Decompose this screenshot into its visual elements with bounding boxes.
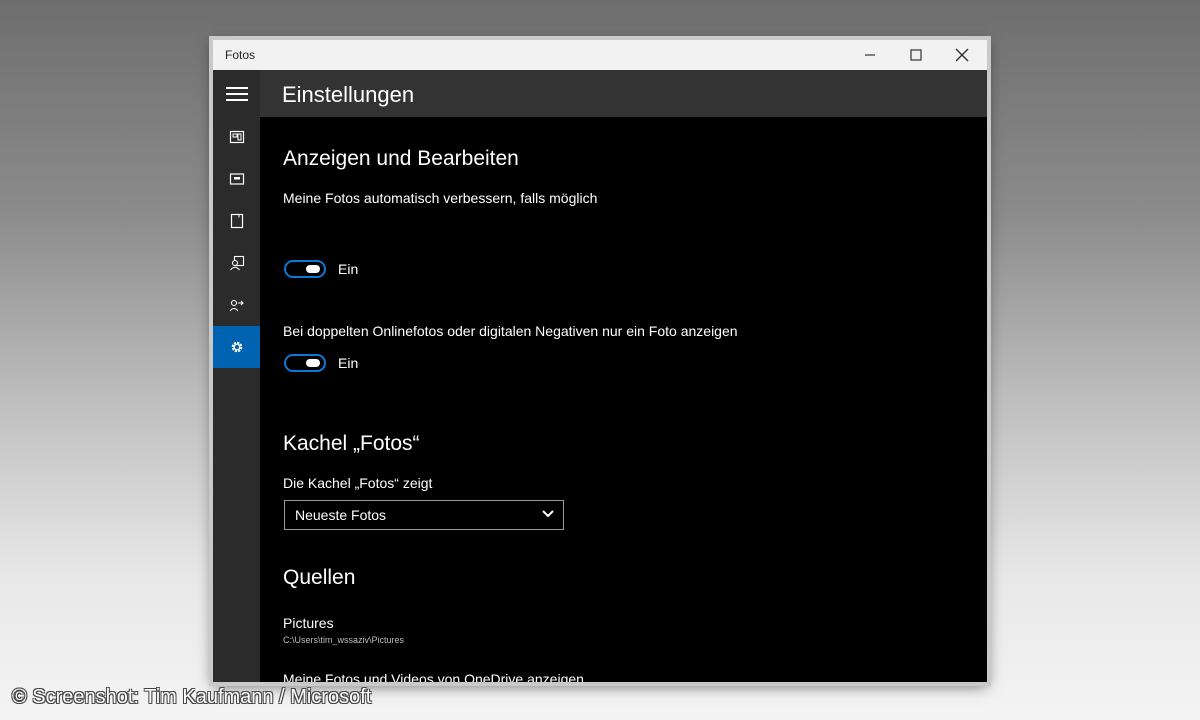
sidebar-item-share[interactable] bbox=[213, 284, 260, 326]
onedrive-label: Meine Fotos und Videos von OneDrive anze… bbox=[283, 671, 584, 682]
page-title: Einstellungen bbox=[282, 82, 415, 107]
maximize-icon bbox=[910, 49, 922, 61]
chevron-down-icon bbox=[542, 510, 554, 518]
collection-icon bbox=[229, 130, 244, 144]
minimize-icon bbox=[865, 54, 875, 56]
screenshot-credit: © Screenshot: Tim Kaufmann / Microsoft bbox=[12, 686, 372, 708]
sidebar-item-folders[interactable] bbox=[213, 200, 260, 242]
source-folder-name[interactable]: Pictures bbox=[283, 615, 334, 631]
auto-enhance-label: Meine Fotos automatisch verbessern, fall… bbox=[283, 190, 598, 206]
auto-enhance-state: Ein bbox=[338, 261, 359, 277]
toggle-knob bbox=[306, 359, 320, 367]
window-title: Fotos bbox=[225, 48, 256, 62]
duplicates-state: Ein bbox=[338, 355, 359, 371]
sidebar-item-people[interactable] bbox=[213, 242, 260, 284]
share-icon bbox=[229, 299, 244, 312]
source-folder-path: C:\Users\tim_wssaziv\Pictures bbox=[283, 635, 405, 645]
album-icon bbox=[229, 173, 244, 185]
duplicates-toggle[interactable] bbox=[284, 354, 326, 372]
sidebar-item-settings[interactable] bbox=[213, 326, 260, 368]
app-window: Fotos Einstellungen Anzeigen und Bearbei… bbox=[213, 40, 987, 682]
tile-dropdown[interactable]: Neueste Fotos bbox=[284, 500, 564, 530]
sidebar-item-albums[interactable] bbox=[213, 158, 260, 200]
section-title-sources: Quellen bbox=[283, 566, 356, 589]
tile-label: Die Kachel „Fotos“ zeigt bbox=[283, 475, 433, 491]
duplicates-label: Bei doppelten Onlinefotos oder digitalen… bbox=[283, 323, 738, 339]
page-header: Einstellungen bbox=[260, 70, 987, 117]
close-icon bbox=[955, 48, 969, 62]
folder-icon bbox=[230, 213, 243, 229]
tile-dropdown-value: Neueste Fotos bbox=[295, 507, 387, 523]
minimize-button[interactable] bbox=[847, 40, 893, 70]
settings-content: Anzeigen und Bearbeiten Meine Fotos auto… bbox=[260, 117, 987, 682]
section-title-view-edit: Anzeigen und Bearbeiten bbox=[283, 147, 519, 170]
toggle-knob bbox=[306, 265, 320, 273]
close-button[interactable] bbox=[939, 40, 985, 70]
auto-enhance-toggle[interactable] bbox=[284, 260, 326, 278]
hamburger-menu-button[interactable] bbox=[213, 73, 260, 115]
nav-sidebar bbox=[213, 70, 260, 682]
title-bar: Fotos bbox=[213, 40, 987, 70]
section-title-tile: Kachel „Fotos“ bbox=[283, 432, 420, 455]
people-icon bbox=[229, 255, 244, 271]
sidebar-item-collection[interactable] bbox=[213, 116, 260, 158]
maximize-button[interactable] bbox=[893, 40, 939, 70]
gear-icon bbox=[231, 341, 242, 353]
hamburger-menu-icon bbox=[225, 87, 248, 101]
